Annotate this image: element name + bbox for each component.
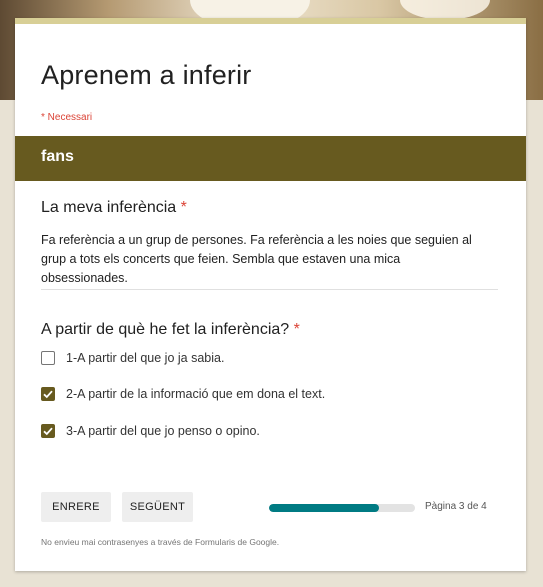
required-asterisk: * [293,321,300,338]
header-decoration [400,0,490,20]
checkmark-icon [43,427,53,436]
progress-fill [269,504,379,512]
footer-note: No envieu mai contrasenyes a través de F… [41,537,280,547]
required-note: * Necessari [41,112,93,123]
question-label: A partir de què he fet la inferència? [41,321,290,338]
form-title: Aprenem a inferir [41,60,252,90]
question-title: La meva inferència * [41,199,187,217]
answer-textarea[interactable]: Fa referència a un grup de persones. Fa … [41,231,481,288]
checkbox[interactable] [41,387,55,401]
section-title: fans [41,148,74,165]
progress-bar [269,504,415,512]
question-title: A partir de què he fet la inferència? * [41,321,300,339]
checkbox[interactable] [41,424,55,438]
form-card: Aprenem a inferir * Necessari fans La me… [15,18,526,571]
required-asterisk: * [180,199,187,216]
checkbox-option[interactable]: 2-A partir de la informació que em dona … [41,384,325,404]
back-button[interactable]: ENRERE [41,492,111,522]
checkbox-option[interactable]: 3-A partir del que jo penso o opino. [41,421,260,441]
answer-underline [41,289,498,290]
option-label[interactable]: 3-A partir del que jo penso o opino. [66,424,260,438]
next-button[interactable]: SEGÜENT [122,492,193,522]
section-header: fans [15,136,526,181]
page-indicator: Pàgina 3 de 4 [425,501,487,512]
option-label[interactable]: 2-A partir de la informació que em dona … [66,387,325,401]
checkbox[interactable] [41,351,55,365]
option-label[interactable]: 1-A partir del que jo ja sabia. [66,351,224,365]
checkmark-icon [43,390,53,399]
checkbox-option[interactable]: 1-A partir del que jo ja sabia. [41,348,224,368]
question-label: La meva inferència [41,199,177,216]
